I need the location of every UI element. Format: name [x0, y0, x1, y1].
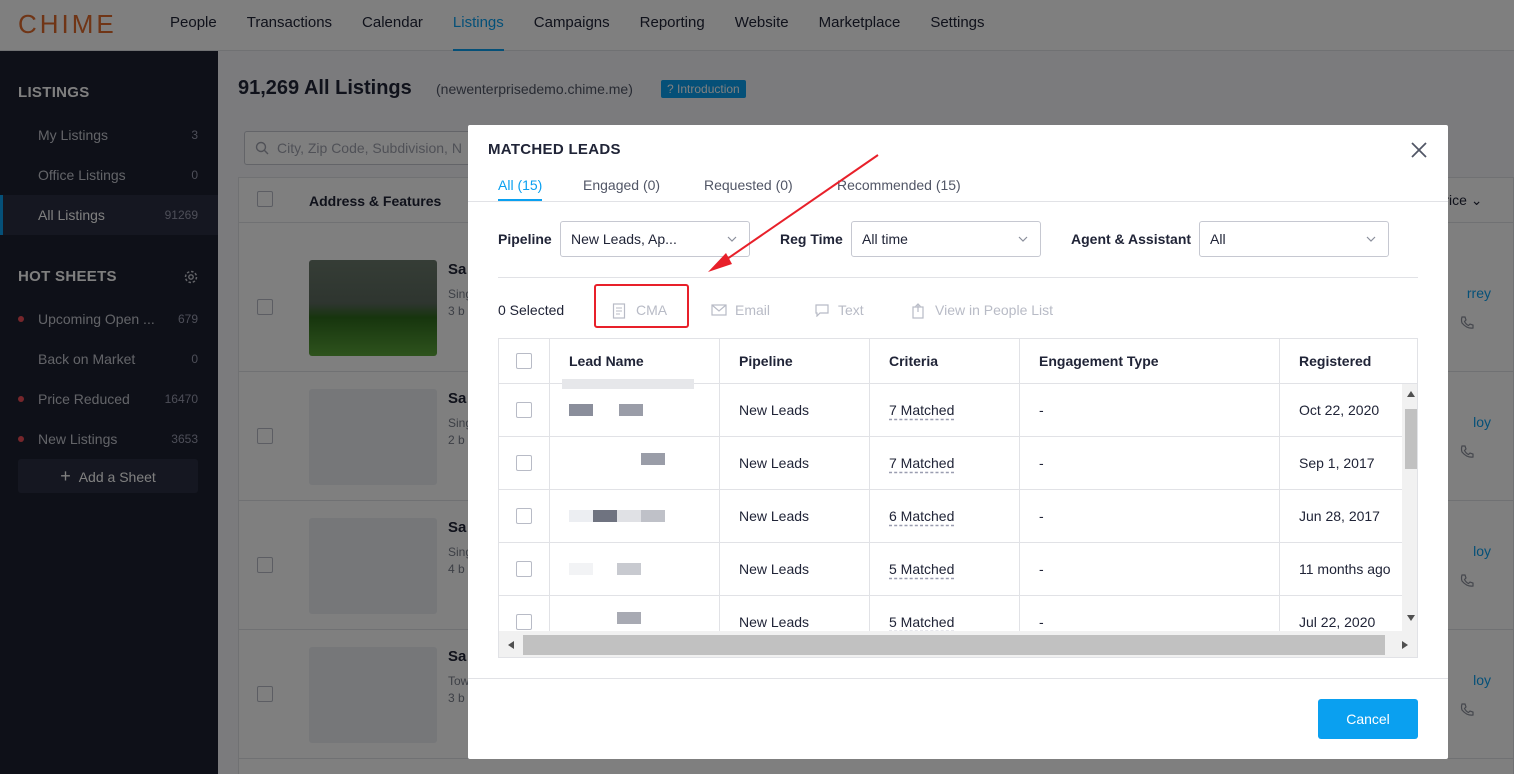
selected-count: 0 Selected [498, 302, 565, 318]
registered-cell: Jun 28, 2017 [1299, 508, 1380, 524]
pipeline-cell: New Leads [739, 508, 810, 524]
column-lead-name: Lead Name [569, 353, 644, 369]
redacted-name [641, 510, 665, 522]
pipeline-cell: New Leads [739, 455, 810, 471]
text-label: Text [838, 302, 864, 318]
vertical-scrollbar[interactable] [1402, 384, 1417, 631]
engagement-cell: - [1039, 455, 1044, 471]
scroll-down-icon[interactable] [1406, 614, 1416, 622]
registered-cell: Oct 22, 2020 [1299, 402, 1380, 418]
table-row[interactable]: New Leads 5 Matched - 11 months ago [499, 543, 1402, 596]
redacted-name [617, 563, 641, 575]
redacted-name [593, 510, 617, 522]
redacted-name [641, 453, 665, 465]
horizontal-scrollbar[interactable] [499, 631, 1417, 657]
vertical-scroll-thumb[interactable] [1405, 409, 1417, 469]
column-criteria: Criteria [889, 353, 939, 369]
table-row[interactable]: New Leads 7 Matched - Oct 22, 2020 [499, 384, 1402, 437]
row-checkbox[interactable] [516, 614, 532, 630]
tab-all[interactable]: All (15) [498, 177, 543, 201]
matched-leads-modal: MATCHED LEADS All (15) Engaged (0) Reque… [468, 125, 1448, 759]
pipeline-cell: New Leads [739, 561, 810, 577]
pipeline-value: New Leads, Ap... [571, 231, 677, 247]
redacted-name [569, 563, 593, 575]
column-registered: Registered [1299, 353, 1372, 369]
chevron-down-icon [1018, 236, 1028, 242]
agent-label: Agent & Assistant [1071, 231, 1192, 247]
horizontal-scroll-thumb[interactable] [523, 635, 1385, 655]
cancel-button[interactable]: Cancel [1318, 699, 1418, 739]
cma-highlight-box [594, 284, 689, 328]
scroll-left-icon[interactable] [507, 640, 515, 650]
leads-table-header: Lead Name Pipeline Criteria Engagement T… [499, 339, 1417, 384]
engagement-cell: - [1039, 402, 1044, 418]
chevron-down-icon [1366, 236, 1376, 242]
column-pipeline: Pipeline [739, 353, 793, 369]
scroll-right-icon[interactable] [1401, 640, 1409, 650]
agent-value: All [1210, 231, 1226, 247]
view-in-people-list-label: View in People List [935, 302, 1054, 318]
modal-title: MATCHED LEADS [488, 141, 621, 158]
row-checkbox[interactable] [516, 455, 532, 471]
registered-cell: 11 months ago [1299, 561, 1391, 577]
criteria-cell[interactable]: 5 Matched [889, 543, 954, 596]
tabs-divider [468, 201, 1448, 202]
engagement-cell: - [1039, 561, 1044, 577]
row-checkbox[interactable] [516, 561, 532, 577]
scroll-up-icon[interactable] [1406, 390, 1416, 398]
export-icon [912, 303, 924, 319]
redacted-name [569, 404, 593, 416]
redacted-name [617, 510, 641, 522]
text-button[interactable]: Text [814, 302, 864, 318]
redacted-name [619, 404, 643, 416]
criteria-cell[interactable]: 7 Matched [889, 437, 954, 490]
annotation-arrow-icon [708, 154, 879, 272]
column-engagement-type: Engagement Type [1039, 353, 1159, 369]
table-row[interactable]: New Leads 6 Matched - Jun 28, 2017 [499, 490, 1402, 543]
pipeline-label: Pipeline [498, 231, 552, 247]
engagement-cell: - [1039, 508, 1044, 524]
select-all-checkbox[interactable] [516, 353, 532, 369]
pipeline-cell: New Leads [739, 402, 810, 418]
criteria-cell[interactable]: 7 Matched [889, 384, 954, 437]
agent-select[interactable]: All [1199, 221, 1389, 257]
row-checkbox[interactable] [516, 402, 532, 418]
close-icon[interactable] [1408, 139, 1430, 161]
redacted-name [617, 612, 641, 624]
table-row[interactable]: New Leads 7 Matched - Sep 1, 2017 [499, 437, 1402, 490]
redacted-name [569, 510, 593, 522]
chat-icon [815, 304, 829, 317]
mail-icon [711, 304, 727, 316]
tab-engaged[interactable]: Engaged (0) [583, 177, 660, 193]
row-checkbox[interactable] [516, 508, 532, 524]
email-button[interactable]: Email [711, 302, 770, 318]
filters-divider [498, 277, 1418, 278]
email-label: Email [735, 302, 771, 318]
registered-cell: Sep 1, 2017 [1299, 455, 1375, 471]
leads-table: Lead Name Pipeline Criteria Engagement T… [498, 338, 1418, 658]
criteria-cell[interactable]: 6 Matched [889, 490, 954, 543]
footer-divider [468, 678, 1448, 679]
view-in-people-list-button[interactable]: View in People List [911, 302, 1054, 319]
